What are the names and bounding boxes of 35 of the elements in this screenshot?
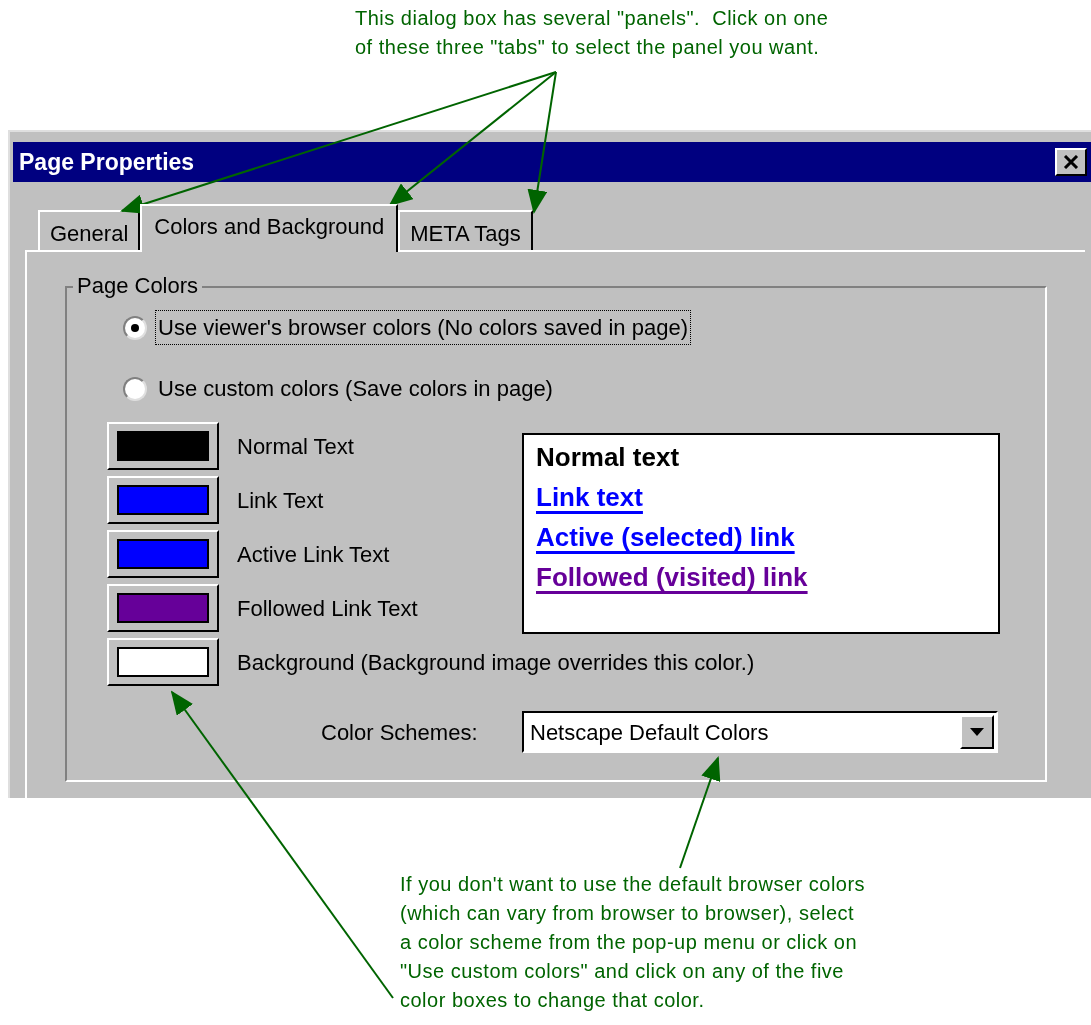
- link-sample: Active (selected) link: [536, 521, 795, 553]
- annotation-text: "Use custom colors" and click on any of the five: [400, 959, 845, 984]
- dropdown-arrow-button[interactable]: [960, 715, 994, 749]
- tab[interactable]: Colors and Background: [140, 204, 399, 252]
- color-label: Normal Text: [237, 432, 354, 461]
- close-icon: [1063, 155, 1079, 169]
- color-scheme-dropdown[interactable]: Netscape Default Colors: [522, 711, 998, 753]
- color-button[interactable]: [107, 476, 219, 524]
- radio-button[interactable]: [123, 376, 147, 401]
- annotation-text: (which can vary from browser to browser), select: [400, 901, 856, 926]
- color-button[interactable]: [107, 422, 219, 470]
- annotation-text: a color scheme from the pop-up menu or click on: [400, 930, 859, 955]
- color-button[interactable]: [107, 584, 219, 632]
- tab[interactable]: General: [38, 210, 141, 250]
- annotation-text: If you don't want to use the default browser colors: [400, 872, 867, 897]
- link-sample: Link text: [536, 481, 643, 513]
- annotation-text: color boxes to change that color.: [400, 988, 706, 1013]
- radio-label[interactable]: Use custom colors (Save colors in page): [155, 371, 556, 406]
- caret-icon: [970, 728, 984, 736]
- color-button[interactable]: [107, 530, 219, 578]
- text-sample: Normal text: [536, 441, 680, 473]
- close-button[interactable]: [1055, 148, 1087, 176]
- radio-button[interactable]: [123, 315, 147, 340]
- color-label: Link Text: [237, 486, 324, 515]
- radio-label[interactable]: Use viewer's browser colors (No colors saved in page): [155, 310, 691, 345]
- annotation-text: of these three "tabs" to select the panel you want.: [355, 35, 821, 60]
- annotation-text: This dialog box has several "panels". Click on one: [355, 6, 830, 31]
- color-label: Active Link Text: [237, 540, 390, 569]
- color-button[interactable]: [107, 638, 219, 686]
- color-schemes-label: Color Schemes:: [321, 719, 478, 747]
- color-label: Followed Link Text: [237, 594, 418, 623]
- link-sample: Followed (visited) link: [536, 561, 808, 593]
- window-title: Page Properties: [19, 147, 195, 177]
- color-label: Background (Background image overrides this color.): [237, 648, 755, 677]
- tab[interactable]: META Tags: [398, 210, 533, 250]
